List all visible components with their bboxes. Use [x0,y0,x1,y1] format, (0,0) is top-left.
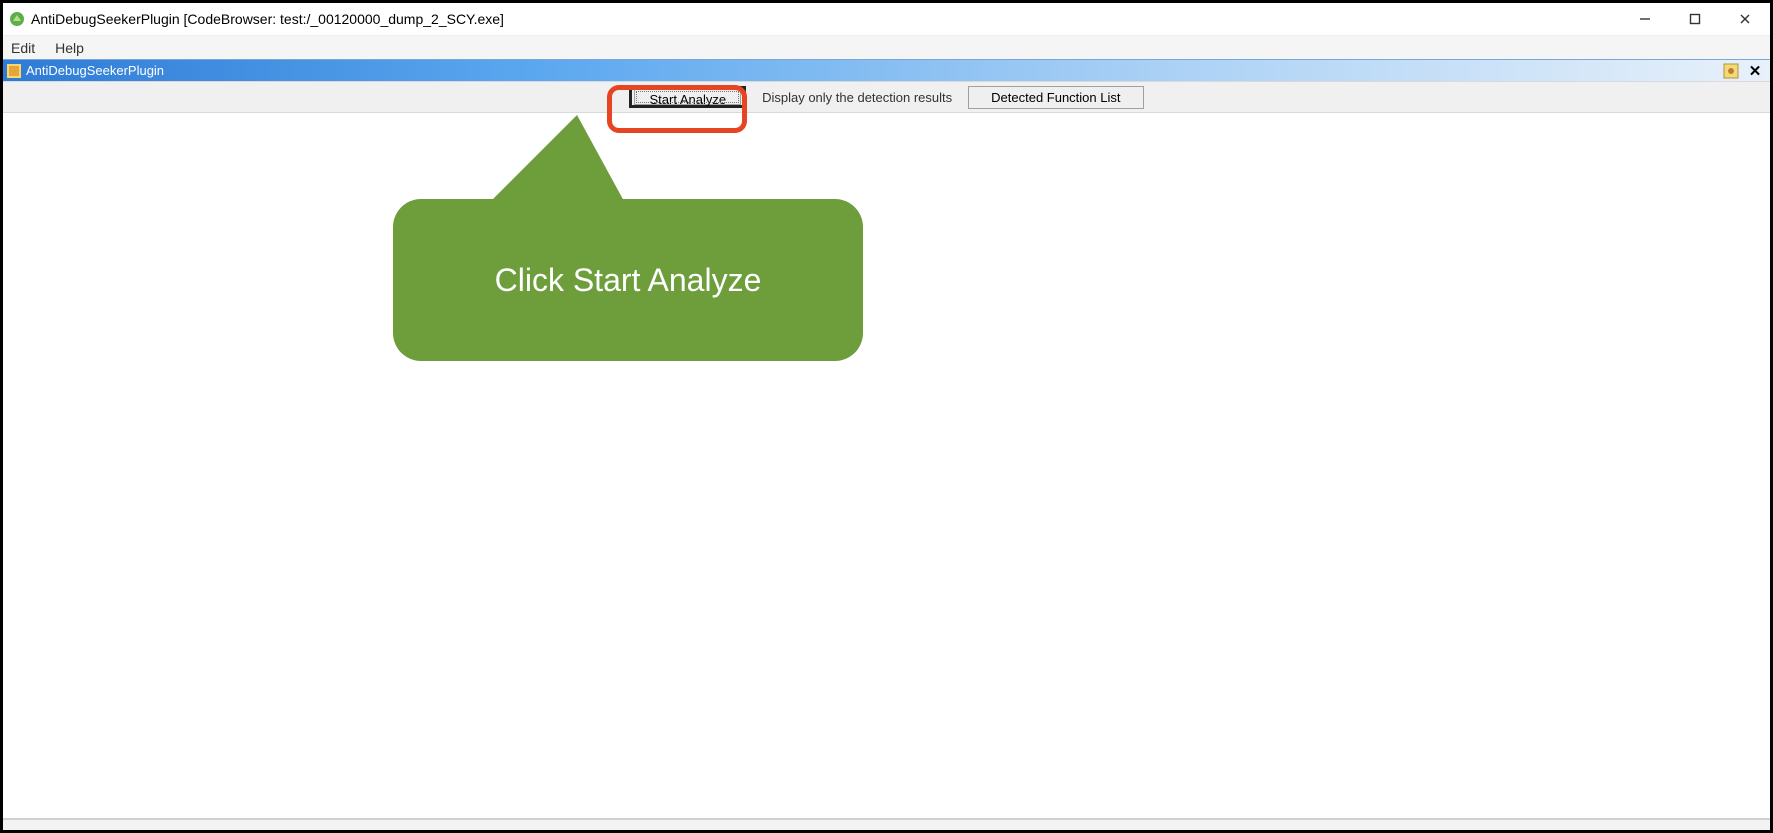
title-bar: AntiDebugSeekerPlugin [CodeBrowser: test… [3,3,1770,35]
minimize-button[interactable] [1620,3,1670,35]
callout-text: Click Start Analyze [495,262,762,299]
plugin-menu-icon[interactable] [1722,62,1740,80]
detected-function-list-button[interactable]: Detected Function List [968,86,1143,109]
status-bar [3,818,1770,830]
callout-bubble: Click Start Analyze [393,199,863,361]
menu-help[interactable]: Help [51,38,88,58]
window-root: AntiDebugSeekerPlugin [CodeBrowser: test… [0,0,1773,833]
start-analyze-button[interactable]: Start Analyze [634,89,741,105]
maximize-button[interactable] [1670,3,1720,35]
menu-edit[interactable]: Edit [7,38,39,58]
plugin-header: AntiDebugSeekerPlugin ✕ [3,59,1770,81]
display-only-label: Display only the detection results [762,90,952,105]
toolbar: Start Analyze Display only the detection… [3,81,1770,113]
content-area [3,113,1770,818]
menu-bar: Edit Help [3,35,1770,59]
app-icon [9,11,25,27]
plugin-close-icon[interactable]: ✕ [1746,62,1764,80]
start-analyze-wrapper: Start Analyze [629,86,746,108]
plugin-icon [7,64,21,78]
window-title: AntiDebugSeekerPlugin [CodeBrowser: test… [31,11,1620,27]
plugin-title: AntiDebugSeekerPlugin [26,63,1722,78]
plugin-header-actions: ✕ [1722,62,1764,80]
window-controls [1620,3,1770,35]
close-button[interactable] [1720,3,1770,35]
